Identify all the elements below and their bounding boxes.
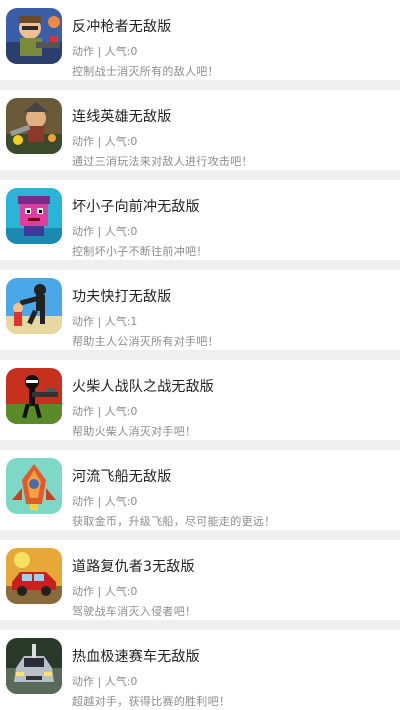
game-category: 动作 [72,135,94,148]
game-category: 动作 [72,405,94,418]
game-meta: 动作 | 人气:0 [72,223,137,239]
game-list-item[interactable]: 热血极速赛车无敌版 动作 | 人气:0 超越对手，获得比赛的胜利吧！ [0,630,400,710]
game-meta: 动作 | 人气:0 [72,583,137,599]
game-category: 动作 [72,585,94,598]
game-title[interactable]: 火柴人战队之战无敌版 [72,376,214,396]
game-title[interactable]: 热血极速赛车无敌版 [72,646,200,666]
hero-icon[interactable] [6,98,62,154]
game-meta: 动作 | 人气:0 [72,673,137,689]
game-meta: 动作 | 人气:1 [72,313,137,329]
game-popularity: 人气:0 [104,585,138,598]
meta-separator: | [97,675,102,688]
meta-separator: | [97,135,102,148]
game-popularity: 人气:1 [104,315,138,328]
game-list-item[interactable]: 河流飞船无敌版 动作 | 人气:0 获取金币，升级飞船，尽可能走的更远！ [0,450,400,530]
game-description: 控制坏小子不断往前冲吧！ [72,245,208,258]
game-popularity: 人气:0 [104,225,138,238]
game-list-item[interactable]: 道路复仇者3无敌版 动作 | 人气:0 驾驶战车消灭入侵者吧！ [0,540,400,620]
game-title[interactable]: 河流飞船无敌版 [72,466,171,486]
game-meta: 动作 | 人气:0 [72,133,137,149]
bad-boy-icon[interactable] [6,188,62,244]
game-description: 帮助火柴人消灭对手吧！ [72,425,197,438]
game-category: 动作 [72,225,94,238]
game-meta: 动作 | 人气:0 [72,493,137,509]
game-meta: 动作 | 人气:0 [72,43,137,59]
game-meta: 动作 | 人气:0 [72,403,137,419]
game-popularity: 人气:0 [104,675,138,688]
game-title[interactable]: 坏小子向前冲无敌版 [72,196,200,216]
game-category: 动作 [72,315,94,328]
game-description: 驾驶战车消灭入侵者吧！ [72,605,197,618]
game-title[interactable]: 道路复仇者3无敌版 [72,556,195,576]
game-category: 动作 [72,45,94,58]
game-list-item[interactable]: 功夫快打无敌版 动作 | 人气:1 帮助主人公消灭所有对手吧！ [0,270,400,350]
stickman-icon[interactable] [6,368,62,424]
race-car-icon[interactable] [6,638,62,694]
kungfu-icon[interactable] [6,278,62,334]
road-car-icon[interactable] [6,548,62,604]
game-category: 动作 [72,495,94,508]
gunner-icon[interactable] [6,8,62,64]
game-list-item[interactable]: 坏小子向前冲无敌版 动作 | 人气:0 控制坏小子不断往前冲吧！ [0,180,400,260]
meta-separator: | [97,315,102,328]
spaceship-icon[interactable] [6,458,62,514]
game-popularity: 人气:0 [104,135,138,148]
game-description: 超越对手，获得比赛的胜利吧！ [72,695,231,708]
meta-separator: | [97,45,102,58]
game-description: 控制战士消灭所有的敌人吧！ [72,65,219,78]
game-title[interactable]: 反冲枪者无敌版 [72,16,171,36]
game-list-item[interactable]: 火柴人战队之战无敌版 动作 | 人气:0 帮助火柴人消灭对手吧！ [0,360,400,440]
meta-separator: | [97,225,102,238]
game-popularity: 人气:0 [104,45,138,58]
meta-separator: | [97,585,102,598]
game-title[interactable]: 连线英雄无敌版 [72,106,171,126]
game-list: 反冲枪者无敌版 动作 | 人气:0 控制战士消灭所有的敌人吧！ 连线英雄无敌版 … [0,0,400,710]
game-description: 通过三消玩法来对敌人进行攻击吧！ [72,155,253,168]
meta-separator: | [97,405,102,418]
meta-separator: | [97,495,102,508]
game-popularity: 人气:0 [104,405,138,418]
game-title[interactable]: 功夫快打无敌版 [72,286,171,306]
game-description: 获取金币，升级飞船，尽可能走的更远！ [72,515,276,528]
game-list-item[interactable]: 连线英雄无敌版 动作 | 人气:0 通过三消玩法来对敌人进行攻击吧！ [0,90,400,170]
game-popularity: 人气:0 [104,495,138,508]
game-description: 帮助主人公消灭所有对手吧！ [72,335,219,348]
game-category: 动作 [72,675,94,688]
game-list-item[interactable]: 反冲枪者无敌版 动作 | 人气:0 控制战士消灭所有的敌人吧！ [0,0,400,80]
